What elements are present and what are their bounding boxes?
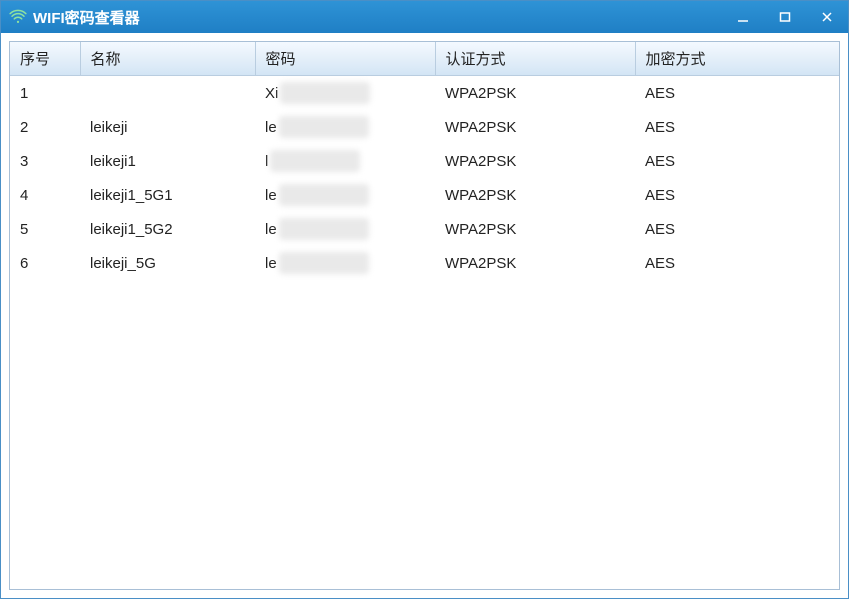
titlebar[interactable]: WIFI密码查看器	[1, 1, 848, 33]
maximize-button[interactable]	[764, 1, 806, 33]
cell-encryption: AES	[635, 246, 839, 280]
header-password[interactable]: 密码	[255, 42, 435, 76]
cell-auth: WPA2PSK	[435, 144, 635, 178]
password-blurred	[279, 252, 369, 274]
password-prefix: le	[265, 255, 277, 272]
cell-auth: WPA2PSK	[435, 246, 635, 280]
cell-auth: WPA2PSK	[435, 212, 635, 246]
table-row[interactable]: 4leikeji1_5G1 le WPA2PSKAES	[10, 178, 839, 212]
app-window: WIFI密码查看器	[0, 0, 849, 599]
cell-encryption: AES	[635, 110, 839, 144]
cell-encryption: AES	[635, 178, 839, 212]
cell-auth: WPA2PSK	[435, 76, 635, 111]
table-row[interactable]: 1 Xi WPA2PSKAES	[10, 76, 839, 111]
password-prefix: l	[265, 153, 268, 170]
cell-index: 4	[10, 178, 80, 212]
close-button[interactable]	[806, 1, 848, 33]
table-row[interactable]: 2leikeji le WPA2PSKAES	[10, 110, 839, 144]
wifi-icon	[9, 8, 27, 26]
cell-index: 3	[10, 144, 80, 178]
cell-password: le	[255, 110, 435, 144]
table-row[interactable]: 6leikeji_5G le WPA2PSKAES	[10, 246, 839, 280]
table-container[interactable]: 序号 名称 密码 认证方式 加密方式 1XiWPA2PSKAES2leikeji…	[9, 41, 840, 590]
cell-encryption: AES	[635, 144, 839, 178]
password-blurred	[279, 184, 369, 206]
password-blurred	[270, 150, 360, 172]
wifi-table: 序号 名称 密码 认证方式 加密方式 1XiWPA2PSKAES2leikeji…	[10, 42, 839, 280]
cell-name: leikeji1_5G2	[80, 212, 255, 246]
cell-index: 2	[10, 110, 80, 144]
cell-password: le	[255, 178, 435, 212]
password-blurred	[279, 116, 369, 138]
cell-name: leikeji1	[80, 144, 255, 178]
password-prefix: le	[265, 187, 277, 204]
cell-index: 6	[10, 246, 80, 280]
table-header-row: 序号 名称 密码 认证方式 加密方式	[10, 42, 839, 76]
header-auth[interactable]: 认证方式	[435, 42, 635, 76]
password-blurred	[280, 82, 370, 104]
cell-auth: WPA2PSK	[435, 178, 635, 212]
cell-password: le	[255, 246, 435, 280]
cell-password: le	[255, 212, 435, 246]
password-prefix: Xi	[265, 85, 278, 102]
password-prefix: le	[265, 221, 277, 238]
content-area: 序号 名称 密码 认证方式 加密方式 1XiWPA2PSKAES2leikeji…	[1, 33, 848, 598]
cell-index: 5	[10, 212, 80, 246]
cell-name: leikeji1_5G1	[80, 178, 255, 212]
minimize-button[interactable]	[722, 1, 764, 33]
header-encryption[interactable]: 加密方式	[635, 42, 839, 76]
cell-auth: WPA2PSK	[435, 110, 635, 144]
window-controls	[722, 1, 848, 33]
cell-index: 1	[10, 76, 80, 111]
cell-name: leikeji_5G	[80, 246, 255, 280]
cell-name	[80, 76, 255, 111]
password-blurred	[279, 218, 369, 240]
cell-password: Xi	[255, 76, 435, 111]
cell-name: leikeji	[80, 110, 255, 144]
header-name[interactable]: 名称	[80, 42, 255, 76]
table-row[interactable]: 3leikeji1 l WPA2PSKAES	[10, 144, 839, 178]
cell-encryption: AES	[635, 76, 839, 111]
header-index[interactable]: 序号	[10, 42, 80, 76]
cell-encryption: AES	[635, 212, 839, 246]
password-prefix: le	[265, 119, 277, 136]
window-title: WIFI密码查看器	[33, 7, 722, 28]
table-row[interactable]: 5leikeji1_5G2 le WPA2PSKAES	[10, 212, 839, 246]
cell-password: l	[255, 144, 435, 178]
